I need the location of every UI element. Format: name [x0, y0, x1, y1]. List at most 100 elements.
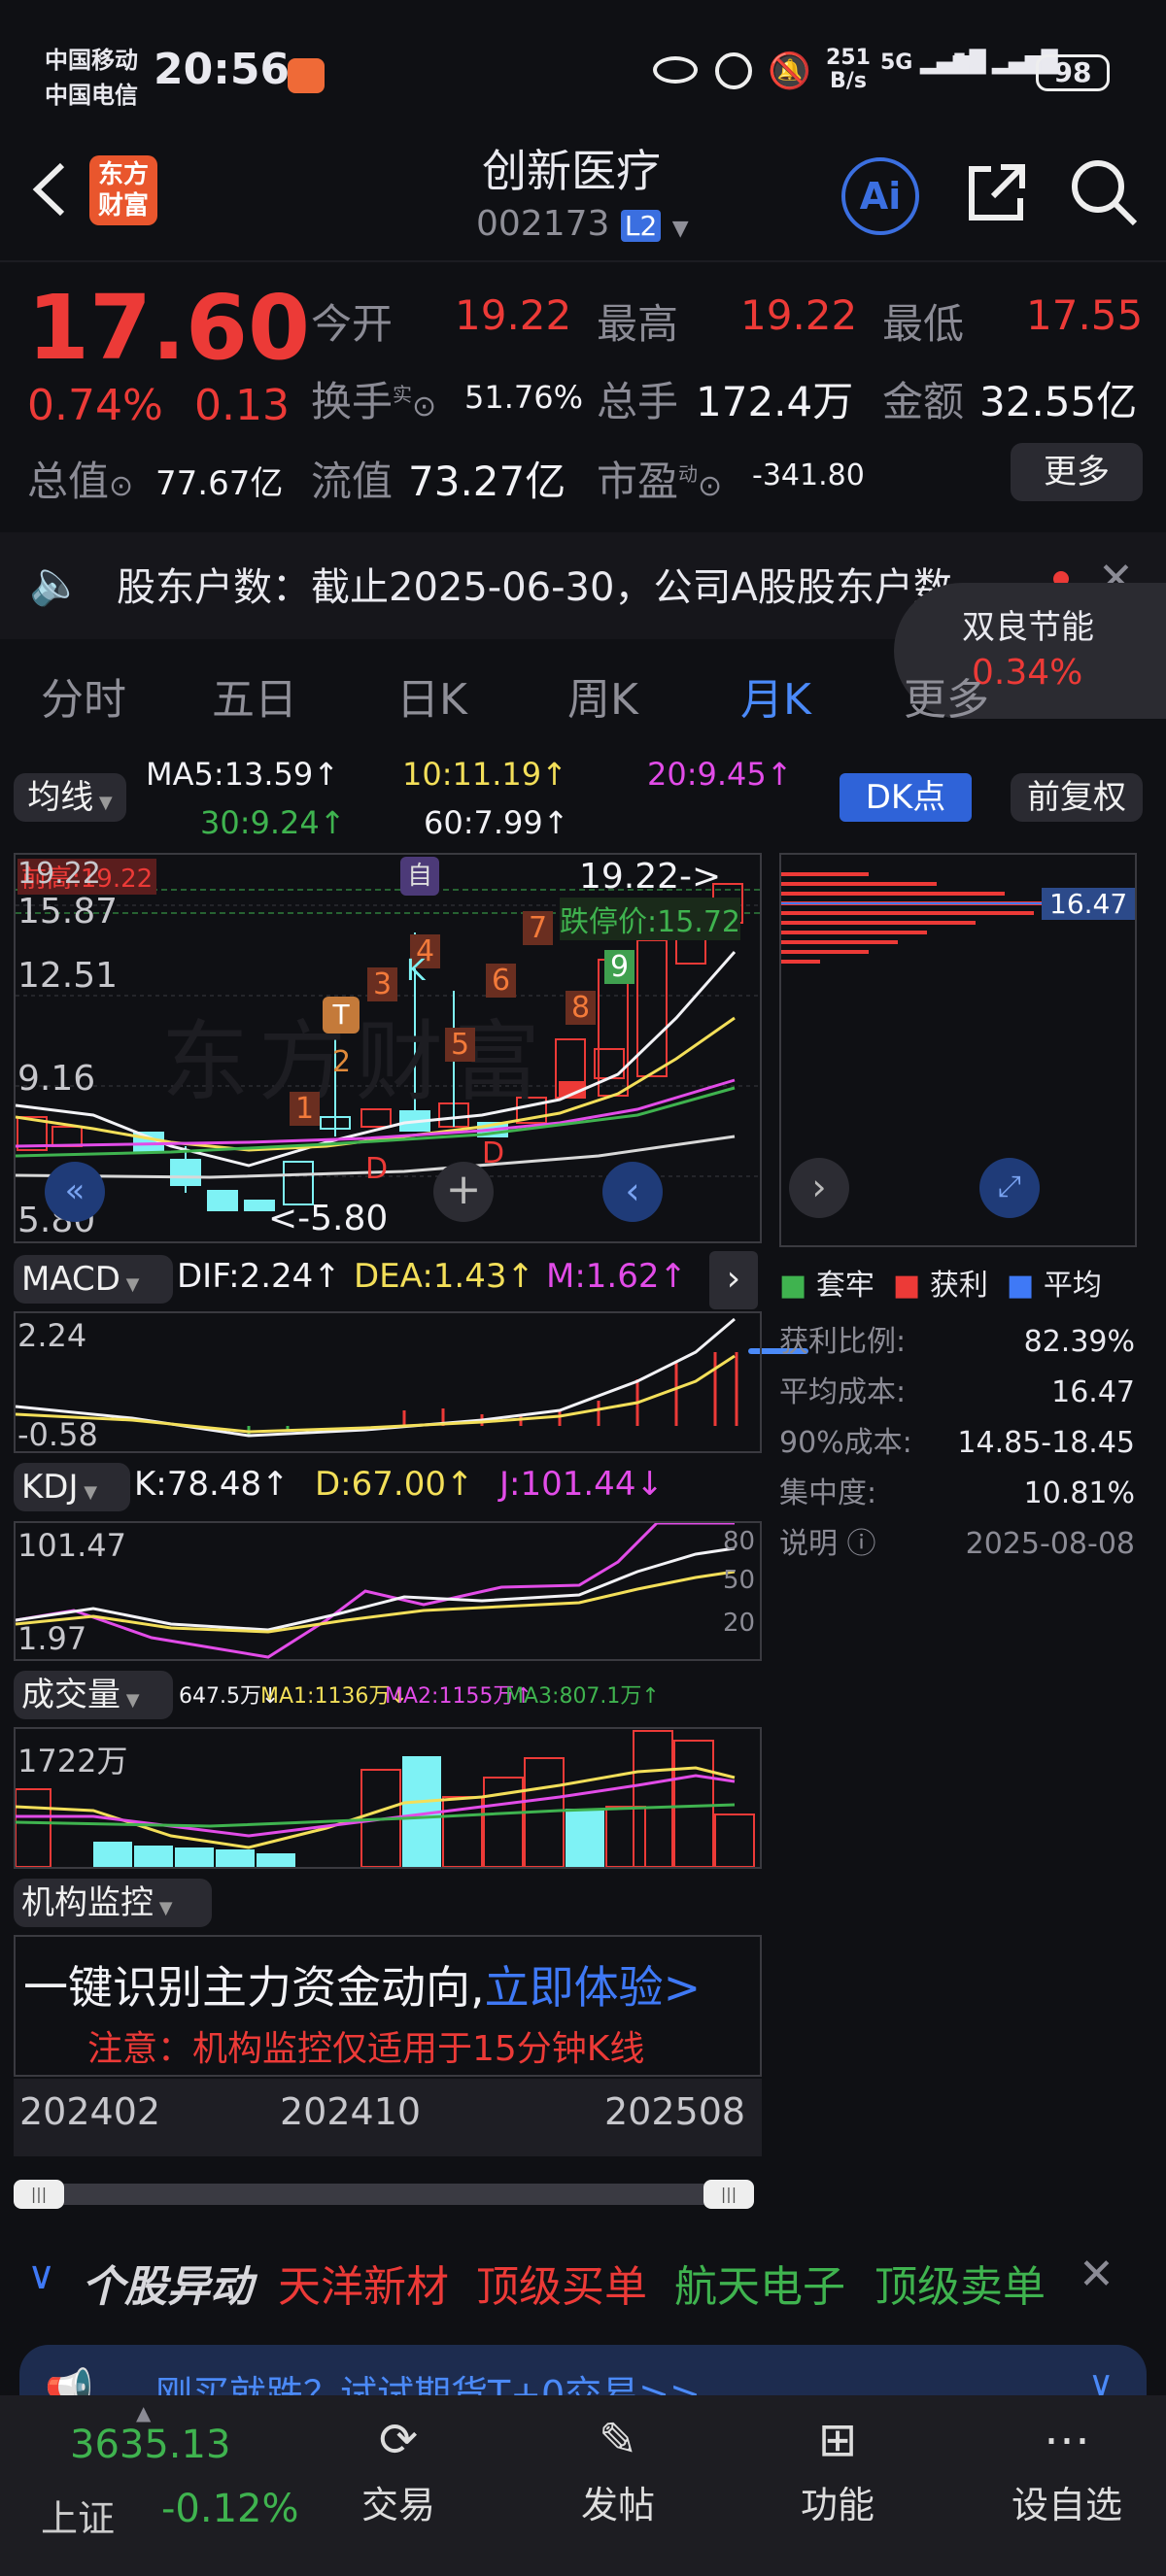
tab-weekly-k[interactable]: 周K	[567, 664, 638, 727]
pe-value: -341.80	[752, 458, 865, 492]
speaker-icon: 🔈	[29, 559, 83, 608]
info-icon: ⊙	[698, 469, 723, 503]
institution-warning: 注意：机构监控仅适用于15分钟K线	[87, 2029, 645, 2069]
kdj-ref-80: 80	[723, 1527, 756, 1556]
kdj-y-bottom: 1.97	[17, 1620, 87, 1657]
institution-selector[interactable]: 机构监控 ▼	[14, 1879, 212, 1927]
grid-icon: ⊞	[817, 2413, 858, 2467]
nav-functions[interactable]: ⊞ 功能	[770, 2413, 906, 2559]
tab-monthly-k[interactable]: 月K	[740, 664, 811, 727]
kdj-chart[interactable]: 101.47 1.97 80 50 20	[14, 1521, 762, 1661]
mcap-value: 77.67亿	[155, 464, 284, 503]
chevron-down-icon: ▼	[154, 1898, 173, 1918]
main-kline-chart[interactable]: 东方财富 前高:19.22 19.22 15.87 12.51 9.16 5.8…	[14, 853, 762, 1243]
mute-icon: 🔕	[768, 51, 811, 91]
chevron-down-icon[interactable]: ∨	[27, 2254, 55, 2298]
scroll-left-button[interactable]: «	[45, 1162, 105, 1222]
kdj-y-top: 101.47	[17, 1527, 126, 1564]
k-marker: K	[406, 954, 426, 988]
nav-label: 交易	[360, 2484, 435, 2526]
tab-more[interactable]: 更多	[904, 664, 989, 727]
d-marker: D	[365, 1152, 389, 1186]
institution-panel[interactable]: 一键识别主力资金动向,立即体验> 注意：机构监控仅适用于15分钟K线	[14, 1935, 762, 2077]
dk-button[interactable]: DK点	[840, 773, 972, 822]
ticker-item-2[interactable]: 顶级买单	[476, 2252, 647, 2314]
carrier-1: 中国移动	[45, 47, 138, 74]
search-button[interactable]	[1069, 157, 1139, 227]
d-marker-2: D	[482, 1136, 505, 1170]
battery-icon: 98	[1036, 54, 1110, 91]
range-slider[interactable]: ||| |||	[14, 2180, 754, 2209]
edit-icon: ✎	[598, 2413, 638, 2467]
ticker-item-4[interactable]: 顶级卖单	[874, 2252, 1046, 2314]
step-left-button[interactable]: ‹	[602, 1162, 663, 1222]
close-icon[interactable]: ✕	[1079, 2250, 1115, 2299]
share-button[interactable]	[962, 157, 1032, 227]
volume-selector[interactable]: 成交量 ▼	[14, 1671, 173, 1719]
index-name: 上证	[41, 2497, 116, 2540]
nav-label: 功能	[800, 2484, 874, 2526]
low-marker: <-5.80	[268, 1199, 389, 1238]
panel-toggle-button[interactable]: ›	[709, 1251, 758, 1309]
range-handle-right[interactable]: |||	[703, 2180, 754, 2209]
nav-label: 设自选	[1011, 2484, 1122, 2526]
macd-selector[interactable]: MACD ▼	[14, 1255, 173, 1304]
ma-selector[interactable]: 均线 ▼	[14, 773, 126, 822]
x-label-2: 202410	[280, 2090, 422, 2133]
try-now-link[interactable]: 立即体验>	[485, 1961, 702, 2014]
tab-intraday[interactable]: 分时	[41, 664, 126, 727]
ticker-item-3[interactable]: 航天电子	[674, 2252, 845, 2314]
chevron-down-icon[interactable]: ▼	[672, 217, 689, 241]
x-label-1: 202402	[19, 2090, 161, 2133]
macd-y-bottom: -0.58	[17, 1416, 98, 1453]
open-label: 今开	[311, 300, 394, 348]
kdj-selector[interactable]: KDJ ▼	[14, 1463, 130, 1511]
chip-distribution-chart[interactable]: 16.47 › ⤢	[779, 853, 1137, 1247]
ai-button[interactable]: Ai	[841, 157, 919, 235]
tab-five-day[interactable]: 五日	[212, 664, 297, 727]
kdj-d: D:67.00↑	[315, 1465, 474, 1504]
signal-6: 6	[486, 964, 517, 998]
stock-alert-ticker[interactable]: ∨ 个股异动 天洋新材 顶级买单 航天电子 顶级卖单 ✕	[0, 2234, 1166, 2322]
nav-trade[interactable]: ⟳ 交易	[330, 2413, 466, 2559]
kdj-k: K:78.48↑	[134, 1465, 290, 1504]
kdj-ref-50: 50	[723, 1566, 756, 1595]
nav-label: 发帖	[580, 2484, 655, 2526]
back-button[interactable]	[25, 155, 74, 223]
signal-1: 1	[290, 1092, 321, 1126]
index-widget[interactable]: ▲ 3635.13 上证 -0.12%	[0, 2395, 321, 2576]
change-pct: 0.74%	[27, 381, 163, 430]
mcap-label: 总值⊙	[27, 458, 134, 505]
turnover-value: 51.76%	[464, 379, 584, 416]
expand-button[interactable]: ⤢	[979, 1158, 1040, 1218]
signal-8: 8	[566, 991, 597, 1025]
chip-next-button[interactable]: ›	[789, 1158, 849, 1218]
y-label-2: 15.87	[17, 892, 119, 932]
open-value: 19.22	[455, 291, 572, 339]
tab-daily-k[interactable]: 日K	[396, 664, 467, 727]
brand-logo: 东方 财富	[89, 155, 157, 225]
index-change: -0.12%	[161, 2487, 299, 2531]
ticker-item-1[interactable]: 天洋新材	[278, 2252, 449, 2314]
volume-chart[interactable]: 1722万	[14, 1727, 762, 1869]
chip-stats: 获利比例: 82.39% 平均成本: 16.47 90%成本: 14.85-18.45…	[779, 1317, 1135, 1570]
self-marker: 自	[400, 857, 439, 896]
crosshair-button[interactable]: +	[433, 1162, 494, 1222]
macd-m: M:1.62↑	[546, 1257, 687, 1296]
carrier-2: 中国电信	[45, 82, 138, 109]
chip-note-row: 说明 ⓘ 2025-08-08	[779, 1527, 1135, 1561]
nav-add-watchlist[interactable]: ⋯ 设自选	[989, 2413, 1145, 2559]
chip-row: 获利比例: 82.39%	[779, 1325, 1135, 1359]
nav-post[interactable]: ✎ 发帖	[550, 2413, 686, 2559]
ma10-value: 10:11.19↑	[402, 756, 567, 793]
caret-up-icon: ▲	[136, 2401, 152, 2424]
low-label: 最低	[882, 300, 965, 348]
more-button[interactable]: 更多	[1011, 443, 1143, 501]
chevron-down-icon: ▼	[120, 1274, 140, 1295]
macd-chart[interactable]: 2.24 -0.58	[14, 1311, 762, 1453]
adjust-button[interactable]: 前复权	[1011, 773, 1143, 822]
ma30-value: 30:9.24↑	[200, 804, 346, 841]
period-tabs: 分时 五日 日K 周K 月K 更多	[0, 622, 1166, 1354]
macd-y-top: 2.24	[17, 1317, 87, 1354]
range-handle-left[interactable]: |||	[14, 2180, 64, 2209]
